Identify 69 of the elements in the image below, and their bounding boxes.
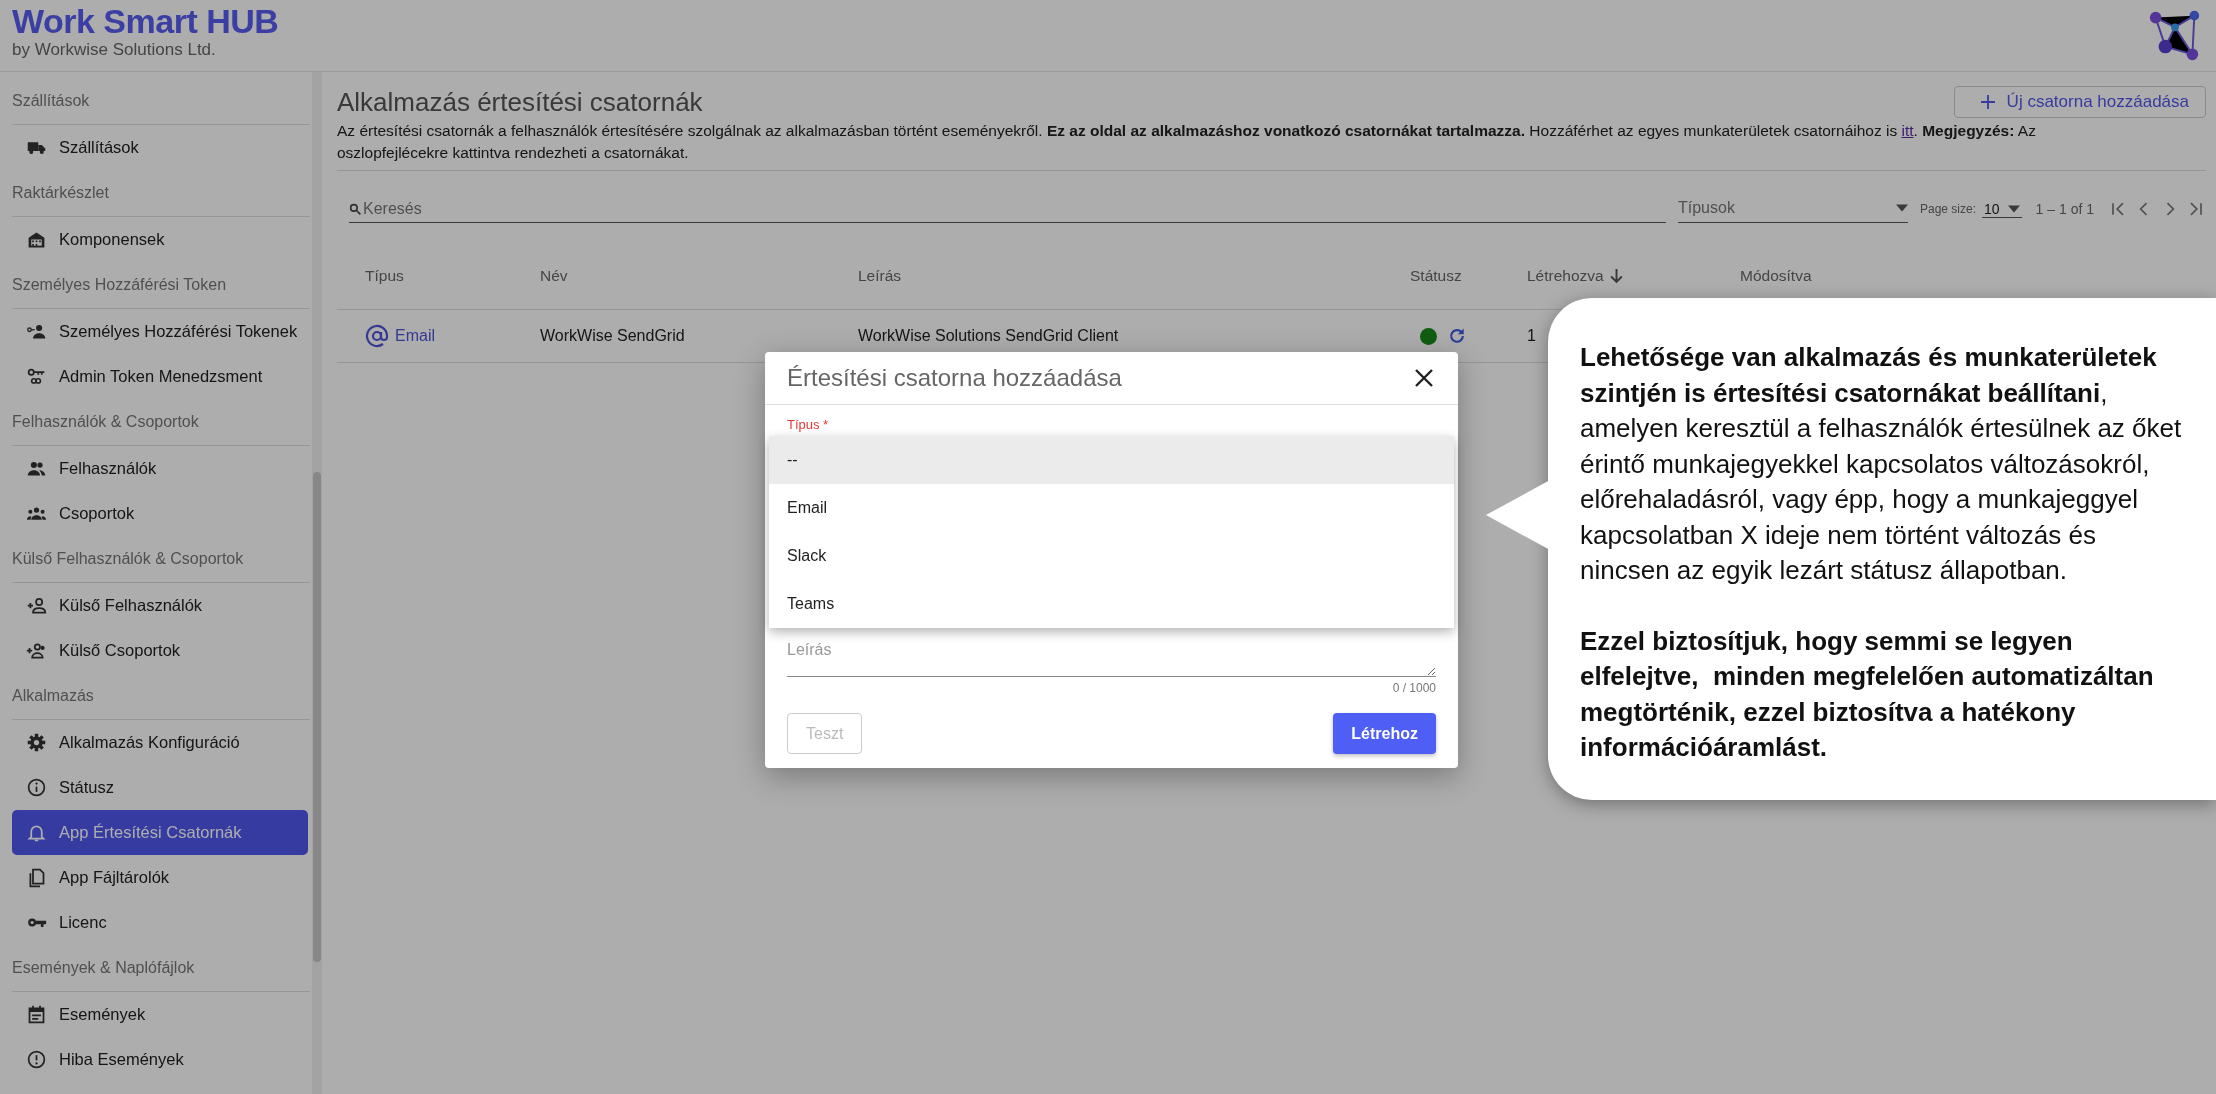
dropdown-option[interactable]: -- bbox=[769, 436, 1454, 484]
add-channel-button[interactable]: Új csatorna hozzáadása bbox=[1953, 86, 2206, 118]
section-heading: Szállítások bbox=[12, 78, 310, 125]
callout-text: Ezzel biztosítjuk, hogy semmi se legyen elfelejtve, minden megfelelően automatizáltan megtörténik, ezzel biztosítva a hatékony információáramlást. bbox=[1580, 624, 2155, 764]
close-icon bbox=[1414, 368, 1434, 388]
sidebar-item[interactable]: Alkalmazás Konfiguráció bbox=[12, 720, 308, 765]
sidebar-item[interactable]: Státusz bbox=[12, 765, 308, 810]
sidebar-item[interactable]: Események bbox=[12, 992, 308, 1037]
calendar-icon bbox=[26, 1004, 47, 1025]
sidebar-item[interactable]: Csoportok bbox=[12, 491, 308, 536]
page-size-dropdown[interactable]: 10 bbox=[1982, 200, 2022, 218]
person-plus-icon bbox=[26, 595, 47, 616]
callout-text: Lehetősége van alkalmazás és munkaterületek szintjén is értesítési csatornákat beállítani, amelyen keresztül a felhasználók értesülnek az őket érintő munkajegyekkel kapcsolatos változásokról, előrehaladásról, vagy épp, hogy a munkajeggyel kapcsolatban X ideje nem történt változás és nincsen az egyik lezárt státusz állapotban. bbox=[1580, 341, 2183, 587]
column-header[interactable]: Leírás bbox=[858, 267, 902, 285]
table-cell-text: WorkWise SendGrid bbox=[540, 327, 686, 345]
alert-icon bbox=[26, 1049, 47, 1070]
key-icon bbox=[26, 366, 47, 387]
page-size-label: Page size: bbox=[1920, 202, 1977, 216]
dropdown-option[interactable]: Slack bbox=[769, 532, 1454, 580]
app-title: Work Smart HUB bbox=[12, 2, 279, 40]
search-icon bbox=[349, 203, 362, 216]
section-heading: Események & Naplófájlok bbox=[12, 945, 310, 992]
plus-icon bbox=[1980, 95, 1995, 109]
sidebar-item[interactable]: Admin Token Menedzsment bbox=[12, 354, 308, 399]
sidebar-item[interactable]: Licenc bbox=[12, 900, 308, 945]
at-sign-icon bbox=[365, 324, 389, 348]
sidebar-item[interactable]: App Fájltárolók bbox=[12, 855, 308, 900]
type-filter-dropdown[interactable]: Típusok bbox=[1678, 194, 1908, 223]
page-description: Az értesítési csatornák a felhasználók értesítésére szolgálnak az alkalmazásban történt eseményekről. Ez az oldal az alkalmazáshoz vonatkozó csatornákat tartalmazza. Hozzáférhet az egyes munkaterületek csatornáihoz is itt. Megjegyzés: Az oszlopfejlécekre kattintva rendezheti a csatornákat. bbox=[337, 121, 2037, 163]
sidebar-item[interactable]: Hiba Események bbox=[12, 1037, 308, 1082]
link[interactable]: itt bbox=[1901, 122, 1914, 139]
sidebar-item[interactable]: Külső Csoportok bbox=[12, 628, 308, 673]
column-header[interactable]: Létrehozva bbox=[1527, 267, 1623, 285]
section-heading: Alkalmazás bbox=[12, 673, 310, 720]
dropdown-option[interactable]: Teams bbox=[769, 580, 1454, 628]
description-field[interactable]: Leírás bbox=[787, 641, 1436, 677]
caret-icon bbox=[2007, 204, 2020, 213]
table-cell-text: WorkWise Solutions SendGrid Client bbox=[858, 327, 1120, 345]
dialog-title: Értesítési csatorna hozzáadása bbox=[787, 364, 1122, 392]
app-subtitle: by Workwise Solutions Ltd. bbox=[12, 40, 217, 60]
gear-icon bbox=[26, 732, 47, 753]
section-heading: Felhasználók & Csoportok bbox=[12, 399, 310, 446]
column-header[interactable]: Név bbox=[540, 267, 568, 285]
sidebar-item[interactable]: Külső Felhasználók bbox=[12, 583, 308, 628]
info-icon bbox=[26, 777, 47, 798]
sidebar-item[interactable]: Személyes Hozzáférési Tokenek bbox=[12, 309, 308, 354]
dropdown-option[interactable]: Email bbox=[769, 484, 1454, 532]
page-range: 1 – 1 of 1 bbox=[2035, 201, 2094, 217]
sidebar-item[interactable]: App Értesítési Csatornák bbox=[12, 810, 308, 855]
table-cell-text: 1 bbox=[1527, 327, 1537, 345]
refresh-icon bbox=[1447, 326, 1467, 346]
column-header[interactable]: Típus bbox=[365, 267, 404, 285]
column-header[interactable]: Státusz bbox=[1410, 267, 1462, 285]
sidebar-item[interactable]: Szállítások bbox=[12, 125, 308, 170]
section-heading: Raktárkészlet bbox=[12, 170, 310, 217]
section-heading: Külső Felhasználók & Csoportok bbox=[12, 536, 310, 583]
dialog-button[interactable]: Létrehoz bbox=[1333, 713, 1436, 754]
column-header[interactable]: Módosítva bbox=[1740, 267, 1812, 285]
caret-icon bbox=[1896, 204, 1908, 212]
sidebar-item[interactable]: Komponensek bbox=[12, 217, 308, 262]
table-cell: Email bbox=[395, 327, 435, 345]
arrow-down-icon bbox=[1609, 268, 1623, 284]
search-field[interactable]: Keresés bbox=[349, 195, 1666, 223]
section-heading: Személyes Hozzáférési Token bbox=[12, 262, 310, 309]
scrollbar[interactable] bbox=[312, 72, 322, 1094]
field-label: Típus * bbox=[787, 417, 830, 433]
sidebar-item[interactable]: Felhasználók bbox=[12, 446, 308, 491]
character-counter: 0 / 1000 bbox=[1391, 681, 1436, 695]
page-title: Alkalmazás értesítési csatornák bbox=[337, 86, 703, 118]
